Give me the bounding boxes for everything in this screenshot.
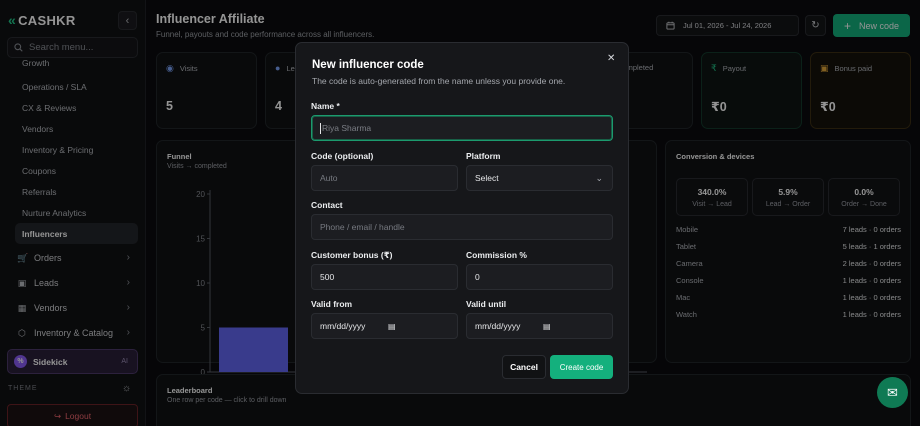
cancel-button[interactable]: Cancel [502, 355, 546, 379]
contact-input[interactable]: Phone / email / handle [311, 214, 613, 240]
calendar-icon[interactable]: ▤ [543, 322, 551, 331]
calendar-icon[interactable]: ▤ [388, 322, 396, 331]
code-label: Code (optional) [311, 151, 374, 161]
code-input[interactable]: Auto [311, 165, 458, 191]
commission-input[interactable]: 0 [466, 264, 613, 290]
name-input[interactable]: Riya Sharma [311, 115, 613, 141]
valid-from-label: Valid from [311, 299, 353, 309]
customer-bonus-label: Customer bonus (₹) [311, 250, 393, 260]
customer-bonus-input[interactable]: 500 [311, 264, 458, 290]
platform-select[interactable]: Select ⌄ [466, 165, 613, 191]
text-cursor [320, 122, 321, 134]
valid-until-input[interactable]: mm/dd/yyyy ▤ [466, 313, 613, 339]
contact-label: Contact [311, 200, 343, 210]
platform-label: Platform [466, 151, 501, 161]
modal-title: New influencer code [312, 59, 424, 71]
chevron-down-icon: ⌄ [595, 172, 603, 183]
commission-label: Commission % [466, 250, 527, 260]
valid-until-label: Valid until [466, 299, 507, 309]
modal-description: The code is auto-generated from the name… [312, 76, 566, 86]
chat-icon: ✉ [887, 384, 898, 400]
close-icon[interactable]: ✕ [607, 53, 615, 64]
valid-from-input[interactable]: mm/dd/yyyy ▤ [311, 313, 458, 339]
chat-help-button[interactable]: ✉ [877, 377, 908, 408]
create-code-button[interactable]: Create code [550, 355, 613, 379]
name-label: Name * [311, 101, 340, 111]
